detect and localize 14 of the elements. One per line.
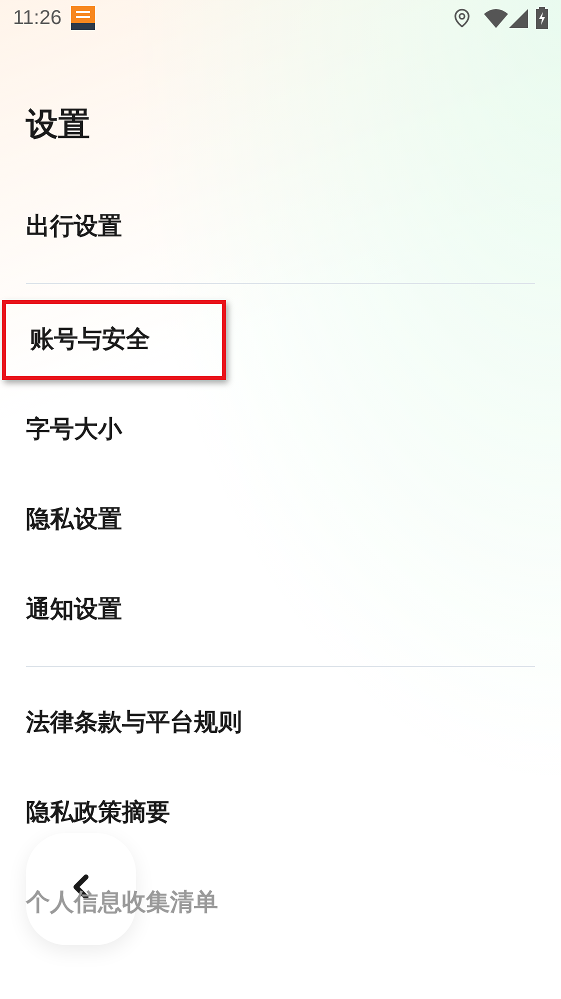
settings-item[interactable]: 出行设置 [26, 209, 122, 245]
signal-icon [509, 8, 528, 28]
status-time: 11:26 [13, 6, 62, 31]
wifi-icon [484, 8, 508, 28]
settings-item[interactable]: 字号大小 [26, 412, 122, 448]
settings-item[interactable]: 法律条款与平台规则 [26, 705, 242, 741]
app-notification-icon [70, 6, 95, 30]
settings-item[interactable]: 通知设置 [26, 592, 122, 628]
settings-item[interactable]: 隐私政策摘要 [26, 795, 170, 831]
location-icon [452, 8, 472, 28]
settings-item[interactable]: 隐私设置 [26, 502, 122, 538]
battery-icon [536, 7, 548, 29]
settings-item[interactable]: 账号与安全 [2, 300, 226, 380]
page-title: 设置 [26, 105, 90, 144]
